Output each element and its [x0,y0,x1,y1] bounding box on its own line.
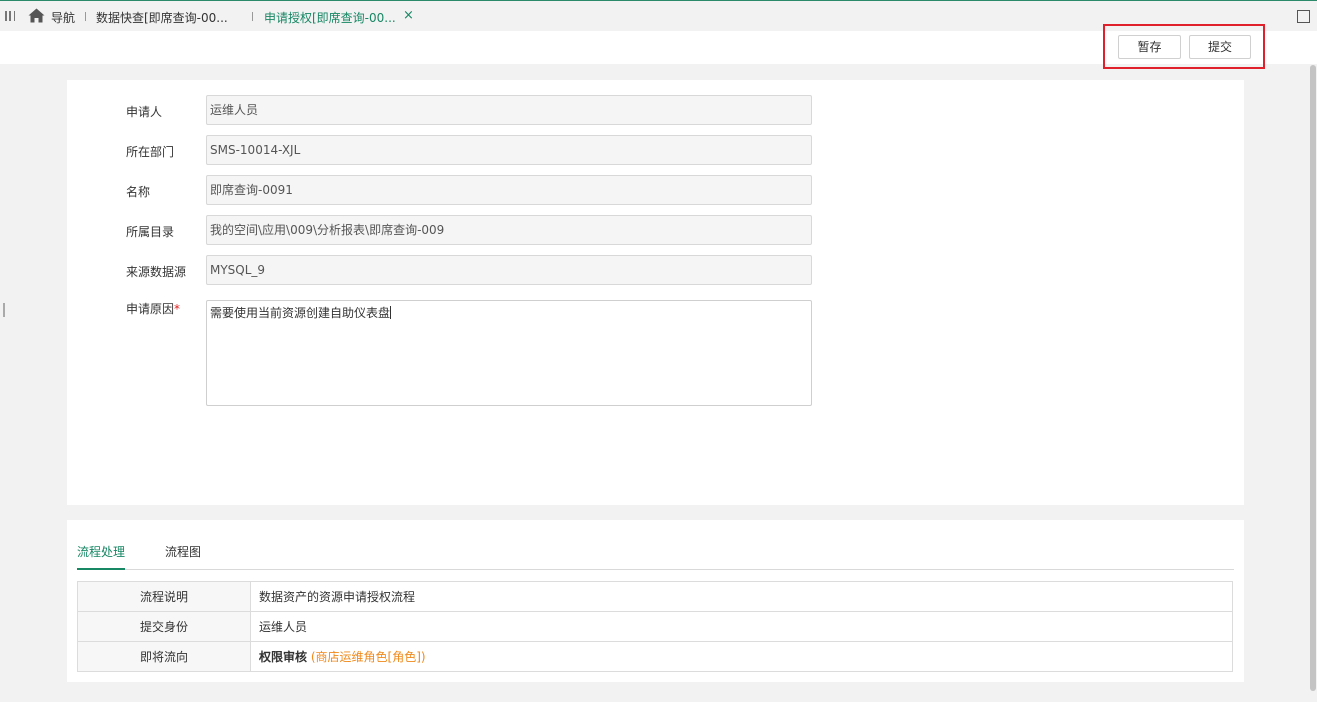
tab-process-handling[interactable]: 流程处理 [77,543,125,560]
tab-separator [85,12,86,21]
scrollbar-thumb[interactable] [1310,65,1316,691]
maximize-icon[interactable] [1297,10,1310,23]
required-marker: * [174,302,181,316]
name-field[interactable]: 即席查询-0091 [206,175,812,205]
directory-label: 所属目录 [126,225,175,239]
table-row: 提交身份 运维人员 [77,611,1233,642]
menu-icon[interactable] [5,10,15,22]
reason-label: 申请原因* [126,302,181,316]
directory-field[interactable]: 我的空间\应用\009\分析报表\即席查询-009 [206,215,812,245]
tab-data-quick-query[interactable]: 数据快查[即席查询-00... [96,9,228,26]
datasource-label: 来源数据源 [126,265,187,279]
table-row: 流程说明 数据资产的资源申请授权流程 [77,581,1233,612]
reason-textarea[interactable]: 需要使用当前资源创建自助仪表盘 [206,300,812,406]
process-table: 流程说明 数据资产的资源申请授权流程 提交身份 运维人员 即将流向 权限审核 (… [77,581,1233,672]
home-icon[interactable] [28,8,45,23]
next-flow-step: 权限审核 [259,650,308,664]
applicant-label: 申请人 [126,105,163,119]
close-icon[interactable]: × [403,8,414,23]
process-description-value: 数据资产的资源申请授权流程 [250,581,1233,612]
scrollbar[interactable] [1309,64,1317,692]
next-flow-role: (商店运维角色[角色]) [310,650,426,664]
active-tab-indicator [77,568,125,570]
tab-separator [252,12,253,21]
tab-divider [77,569,1234,570]
department-label: 所在部门 [126,145,175,159]
submit-identity-value: 运维人员 [250,611,1233,642]
datasource-field[interactable]: MYSQL_9 [206,255,812,285]
submit-identity-key: 提交身份 [77,611,251,642]
department-field[interactable]: SMS-10014-XJL [206,135,812,165]
tab-navigation[interactable]: 导航 [51,9,75,26]
highlight-box [1103,24,1265,69]
applicant-field[interactable]: 运维人员 [206,95,812,125]
process-description-key: 流程说明 [77,581,251,612]
tab-process-diagram[interactable]: 流程图 [165,543,201,560]
next-flow-value: 权限审核 (商店运维角色[角色]) [250,641,1233,672]
name-label: 名称 [126,185,151,199]
tab-apply-authorization[interactable]: 申请授权[即席查询-00... [264,9,396,26]
table-row: 即将流向 权限审核 (商店运维角色[角色]) [77,641,1233,672]
resize-handle[interactable] [3,303,5,317]
next-flow-key: 即将流向 [77,641,251,672]
